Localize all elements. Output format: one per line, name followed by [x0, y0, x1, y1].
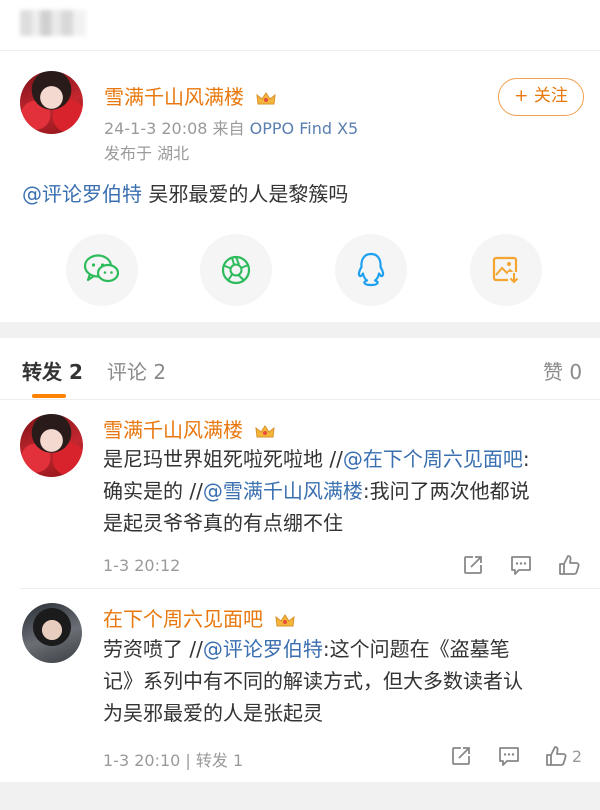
- repost-avatar[interactable]: [22, 603, 82, 663]
- share-save-image-button[interactable]: [470, 234, 542, 306]
- post-device: OPPO Find X5: [249, 119, 359, 138]
- repost-actions: 2: [448, 743, 582, 769]
- repost-icon: [451, 747, 470, 765]
- repost-text-segment: 劳资喷了 //: [103, 637, 203, 661]
- crown-icon: [275, 613, 295, 626]
- repost-text-line: 劳资喷了 //@评论罗伯特:这个问题在《盗墓笔: [103, 633, 583, 665]
- interaction-tabs: 转发 2 评论 2 赞 0: [0, 338, 600, 400]
- repost-text-line: 确实是的 //@雪满千山风满楼:我问了两次他都说: [103, 475, 583, 507]
- repost-mention[interactable]: @雪满千山风满楼: [203, 479, 363, 503]
- crown-icon: [256, 91, 276, 104]
- repost-icon: [464, 556, 482, 574]
- repost-text-line: 记》系列中有不同的解读方式，但大多数读者认: [103, 669, 523, 693]
- repost-author-name[interactable]: 雪满千山风满楼: [103, 418, 243, 442]
- repost-avatar[interactable]: [20, 414, 83, 477]
- repost-text-segment: :我问了两次他都说: [362, 479, 530, 503]
- qq-icon: [357, 252, 385, 287]
- wechat-icon: [83, 254, 120, 283]
- like-button[interactable]: 2: [544, 743, 582, 769]
- like-count: 2: [571, 746, 582, 766]
- share-wechat-button[interactable]: [66, 234, 138, 306]
- share-qq-button[interactable]: [335, 234, 407, 306]
- repost-mention[interactable]: @在下个周六见面吧: [343, 447, 523, 471]
- like-button[interactable]: [556, 552, 582, 578]
- post-text: @评论罗伯特 吴邪最爱的人是黎簇吗: [22, 178, 348, 207]
- repost-text-segment: 确实是的 //: [103, 479, 203, 503]
- repost-author[interactable]: 雪满千山风满楼: [103, 414, 275, 443]
- comment-button[interactable]: [508, 552, 534, 578]
- post-author[interactable]: 雪满千山风满楼: [104, 81, 276, 110]
- share-moments-button[interactable]: [200, 234, 272, 306]
- thumbs-up-icon: [559, 555, 580, 575]
- repost-author-name[interactable]: 在下个周六见面吧: [103, 607, 263, 631]
- repost-text-segment: :这个问题在《盗墓笔: [322, 637, 510, 661]
- repost-text-line: 为吴邪最爱的人是张起灵: [103, 701, 323, 725]
- post-location: 发布于 湖北: [104, 144, 190, 163]
- repost-text: 是尼玛世界姐死啦死啦地 //@在下个周六见面吧: 确实是的 //@雪满千山风满楼…: [103, 443, 583, 539]
- tab-repost[interactable]: 转发 2: [22, 356, 83, 385]
- tab-comment[interactable]: 评论 2: [107, 356, 166, 385]
- repost-actions: [460, 552, 582, 578]
- comment-icon: [498, 747, 519, 766]
- repost-author[interactable]: 在下个周六见面吧: [103, 603, 295, 632]
- bottom-divider: [0, 782, 600, 810]
- repost-time: 1-3 20:12: [103, 556, 181, 575]
- repost-mention[interactable]: @评论罗伯特: [203, 637, 323, 661]
- thumbs-up-icon: [545, 746, 567, 766]
- crown-icon: [255, 424, 275, 437]
- repost-text: 劳资喷了 //@评论罗伯特:这个问题在《盗墓笔 记》系列中有不同的解读方式，但大…: [103, 633, 583, 729]
- repost-item: 雪满千山风满楼 是尼玛世界姐死啦死啦地 //@在下个周六见面吧: 确实是的 //…: [0, 400, 600, 588]
- follow-button[interactable]: + 关注: [498, 78, 584, 116]
- save-image-icon: [492, 256, 520, 284]
- active-tab-indicator: [32, 394, 66, 398]
- post-author-name[interactable]: 雪满千山风满楼: [104, 85, 244, 109]
- repost-time-count: 1-3 20:10 | 转发 1: [103, 751, 244, 770]
- repost-text-segment: 是尼玛世界姐死啦死啦地 //: [103, 447, 343, 471]
- repost-button[interactable]: [448, 743, 474, 769]
- author-avatar[interactable]: [20, 71, 83, 134]
- post-time: 24-1-3 20:08 来自: [104, 119, 245, 138]
- repost-button[interactable]: [460, 552, 486, 578]
- moments-icon: [221, 255, 251, 285]
- tab-like[interactable]: 赞 0: [543, 356, 582, 385]
- repost-text-segment: :: [522, 447, 530, 471]
- repost-text-line: 是起灵爷爷真的有点绷不住: [103, 511, 343, 535]
- repost-item: 在下个周六见面吧 劳资喷了 //@评论罗伯特:这个问题在《盗墓笔 记》系列中有不…: [0, 589, 600, 782]
- section-divider: [0, 322, 600, 338]
- post-text-content: 吴邪最爱的人是黎簇吗: [142, 182, 349, 206]
- repost-text-line: 是尼玛世界姐死啦死啦地 //@在下个周六见面吧:: [103, 443, 583, 475]
- post-mention[interactable]: @评论罗伯特: [22, 182, 142, 206]
- share-row: [0, 234, 600, 306]
- post-time-device: 24-1-3 20:08 来自 OPPO Find X5: [104, 115, 358, 139]
- status-bar-blurred-content: [20, 10, 86, 36]
- comment-button[interactable]: [496, 743, 522, 769]
- status-bar: [0, 0, 600, 50]
- comment-icon: [511, 556, 531, 575]
